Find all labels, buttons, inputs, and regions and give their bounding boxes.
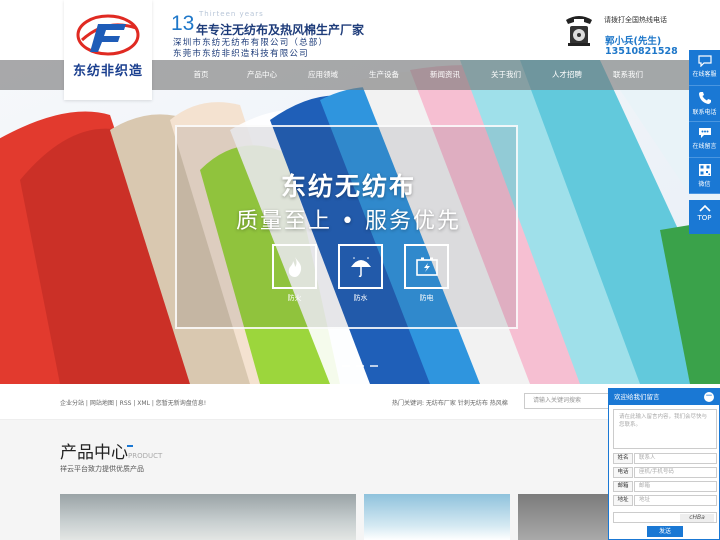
flame-icon bbox=[288, 256, 301, 277]
company-name-1: 深圳市东纺无纺布有限公司（总部） bbox=[173, 38, 329, 48]
product-thumbnail[interactable] bbox=[60, 494, 356, 540]
hot-keywords[interactable]: 热门关键词: 无纺布厂家 针刺无纺布 热风棉 bbox=[392, 398, 508, 407]
slogan-text: 年专注无纺布及热风棉生产厂家 bbox=[196, 23, 365, 37]
umbrella-icon bbox=[350, 256, 371, 277]
title-accent bbox=[127, 445, 133, 447]
company-name-2: 东莞市东纺非织造科技有限公司 bbox=[173, 49, 309, 59]
phone-field[interactable]: 座机/手机号码 bbox=[634, 467, 717, 478]
slider-dot[interactable] bbox=[356, 365, 364, 367]
slogan: Thirteen years 13 年专注无纺布及热风棉生产厂家 bbox=[171, 10, 364, 37]
chat-icon bbox=[697, 55, 712, 67]
slider-dots[interactable] bbox=[0, 360, 720, 369]
products-title-en: PRODUCT bbox=[128, 452, 163, 460]
address-field[interactable]: 地址 bbox=[634, 495, 717, 506]
sidebar-message[interactable]: 在线留言 bbox=[689, 122, 720, 158]
slogan-years: Thirteen years bbox=[199, 10, 264, 18]
field-label: 邮箱 bbox=[613, 481, 633, 492]
contact-phone[interactable]: 13510821528 bbox=[605, 46, 678, 57]
sidebar-label: 在线留言 bbox=[692, 143, 717, 150]
captcha-image[interactable]: cHBa bbox=[680, 514, 714, 522]
slider-dot[interactable] bbox=[342, 365, 350, 367]
field-label: 姓名 bbox=[613, 453, 633, 464]
slogan-number: 13 bbox=[171, 12, 195, 35]
field-label: 地址 bbox=[613, 495, 633, 506]
sidebar-label: 联系电话 bbox=[692, 109, 717, 116]
back-to-top-label: TOP bbox=[697, 214, 712, 222]
arrow-up-icon bbox=[698, 204, 711, 212]
products-title: 产品中心 bbox=[60, 443, 128, 463]
logo-text: 东纺非织造 bbox=[72, 64, 143, 79]
hero-overlay: 东纺无纺布 质量至上 • 服务优先 防火 防水 防电 bbox=[175, 125, 518, 329]
message-header-title: 欢迎给我们留言 bbox=[614, 393, 660, 401]
message-email-row: 邮箱 邮箱 bbox=[613, 481, 717, 492]
logo[interactable]: 东纺非织造 bbox=[64, 0, 152, 100]
hero-title: 东纺无纺布 bbox=[280, 172, 416, 201]
message-content-field[interactable]: 请在此输入留言内容，我们会尽快与您联系。 bbox=[613, 409, 717, 449]
nav-item-contact[interactable]: 联系我们 bbox=[603, 60, 653, 90]
qrcode-icon bbox=[698, 164, 711, 176]
nav-item-equipment[interactable]: 生产设备 bbox=[359, 60, 409, 90]
feature-antistatic: 防电 bbox=[404, 244, 449, 304]
sidebar-online-service[interactable]: 在线客服 bbox=[689, 50, 720, 86]
feature-label: 防火 bbox=[287, 294, 302, 302]
nav-item-about[interactable]: 关于我们 bbox=[481, 60, 531, 90]
hero-subtitle: 质量至上 • 服务优先 bbox=[236, 209, 461, 234]
floating-toolbar: 在线客服 联系电话 在线留言 微信 TOP bbox=[689, 50, 720, 234]
hotline: 请拨打全国热线电话 郭小兵(先生) 13510821528 bbox=[562, 8, 678, 57]
sidebar-label: 微信 bbox=[698, 181, 711, 188]
message-address-row: 地址 地址 bbox=[613, 495, 717, 506]
product-thumbnail[interactable] bbox=[364, 494, 510, 540]
captcha-field[interactable]: cHBa bbox=[613, 512, 717, 523]
name-field[interactable]: 联系人 bbox=[634, 453, 717, 464]
back-to-top-button[interactable]: TOP bbox=[689, 200, 720, 234]
nav-item-home[interactable]: 首页 bbox=[176, 60, 226, 90]
message-icon bbox=[698, 128, 711, 138]
battery-icon bbox=[415, 257, 438, 276]
send-button[interactable]: 发送 bbox=[647, 526, 683, 537]
contact-name: 郭小兵(先生) bbox=[605, 36, 662, 47]
logo-mark bbox=[76, 14, 140, 56]
minimize-button[interactable]: − bbox=[704, 392, 714, 402]
sidebar-label: 在线客服 bbox=[692, 71, 717, 78]
message-phone-row: 电话 座机/手机号码 bbox=[613, 467, 717, 478]
field-label: 电话 bbox=[613, 467, 633, 478]
product-thumbnail[interactable] bbox=[518, 494, 608, 540]
message-name-row: 姓名 联系人 bbox=[613, 453, 717, 464]
products-desc: 祥云平台致力提供优质产品 bbox=[60, 465, 144, 473]
sidebar-phone[interactable]: 联系电话 bbox=[689, 86, 720, 122]
email-field[interactable]: 邮箱 bbox=[634, 481, 717, 492]
site-links[interactable]: 企业分站 | 网站地图 | RSS | XML | 您暂无新询盘信息! bbox=[60, 398, 206, 407]
feature-waterproof: 防水 bbox=[338, 244, 383, 304]
telephone-icon bbox=[566, 16, 592, 46]
company-names: 深圳市东纺无纺布有限公司（总部） 东莞市东纺非织造科技有限公司 bbox=[173, 38, 328, 60]
nav-item-applications[interactable]: 应用领域 bbox=[298, 60, 348, 90]
nav-item-news[interactable]: 新闻资讯 bbox=[420, 60, 470, 90]
feature-label: 防水 bbox=[353, 294, 368, 302]
search-input[interactable]: 请输入关键词搜索 bbox=[524, 393, 610, 409]
message-widget: 欢迎给我们留言 − 请在此输入留言内容，我们会尽快与您联系。 姓名 联系人 电话… bbox=[608, 388, 720, 540]
message-header: 欢迎给我们留言 − bbox=[609, 389, 719, 405]
nav-item-jobs[interactable]: 人才招聘 bbox=[542, 60, 592, 90]
nav-item-products[interactable]: 产品中心 bbox=[237, 60, 287, 90]
phone-icon bbox=[698, 92, 711, 104]
feature-fireproof: 防火 bbox=[272, 244, 317, 304]
hotline-label: 请拨打全国热线电话 bbox=[604, 16, 667, 24]
slider-dot[interactable] bbox=[370, 365, 378, 367]
sidebar-wechat[interactable]: 微信 bbox=[689, 158, 720, 194]
feature-label: 防电 bbox=[419, 294, 434, 302]
